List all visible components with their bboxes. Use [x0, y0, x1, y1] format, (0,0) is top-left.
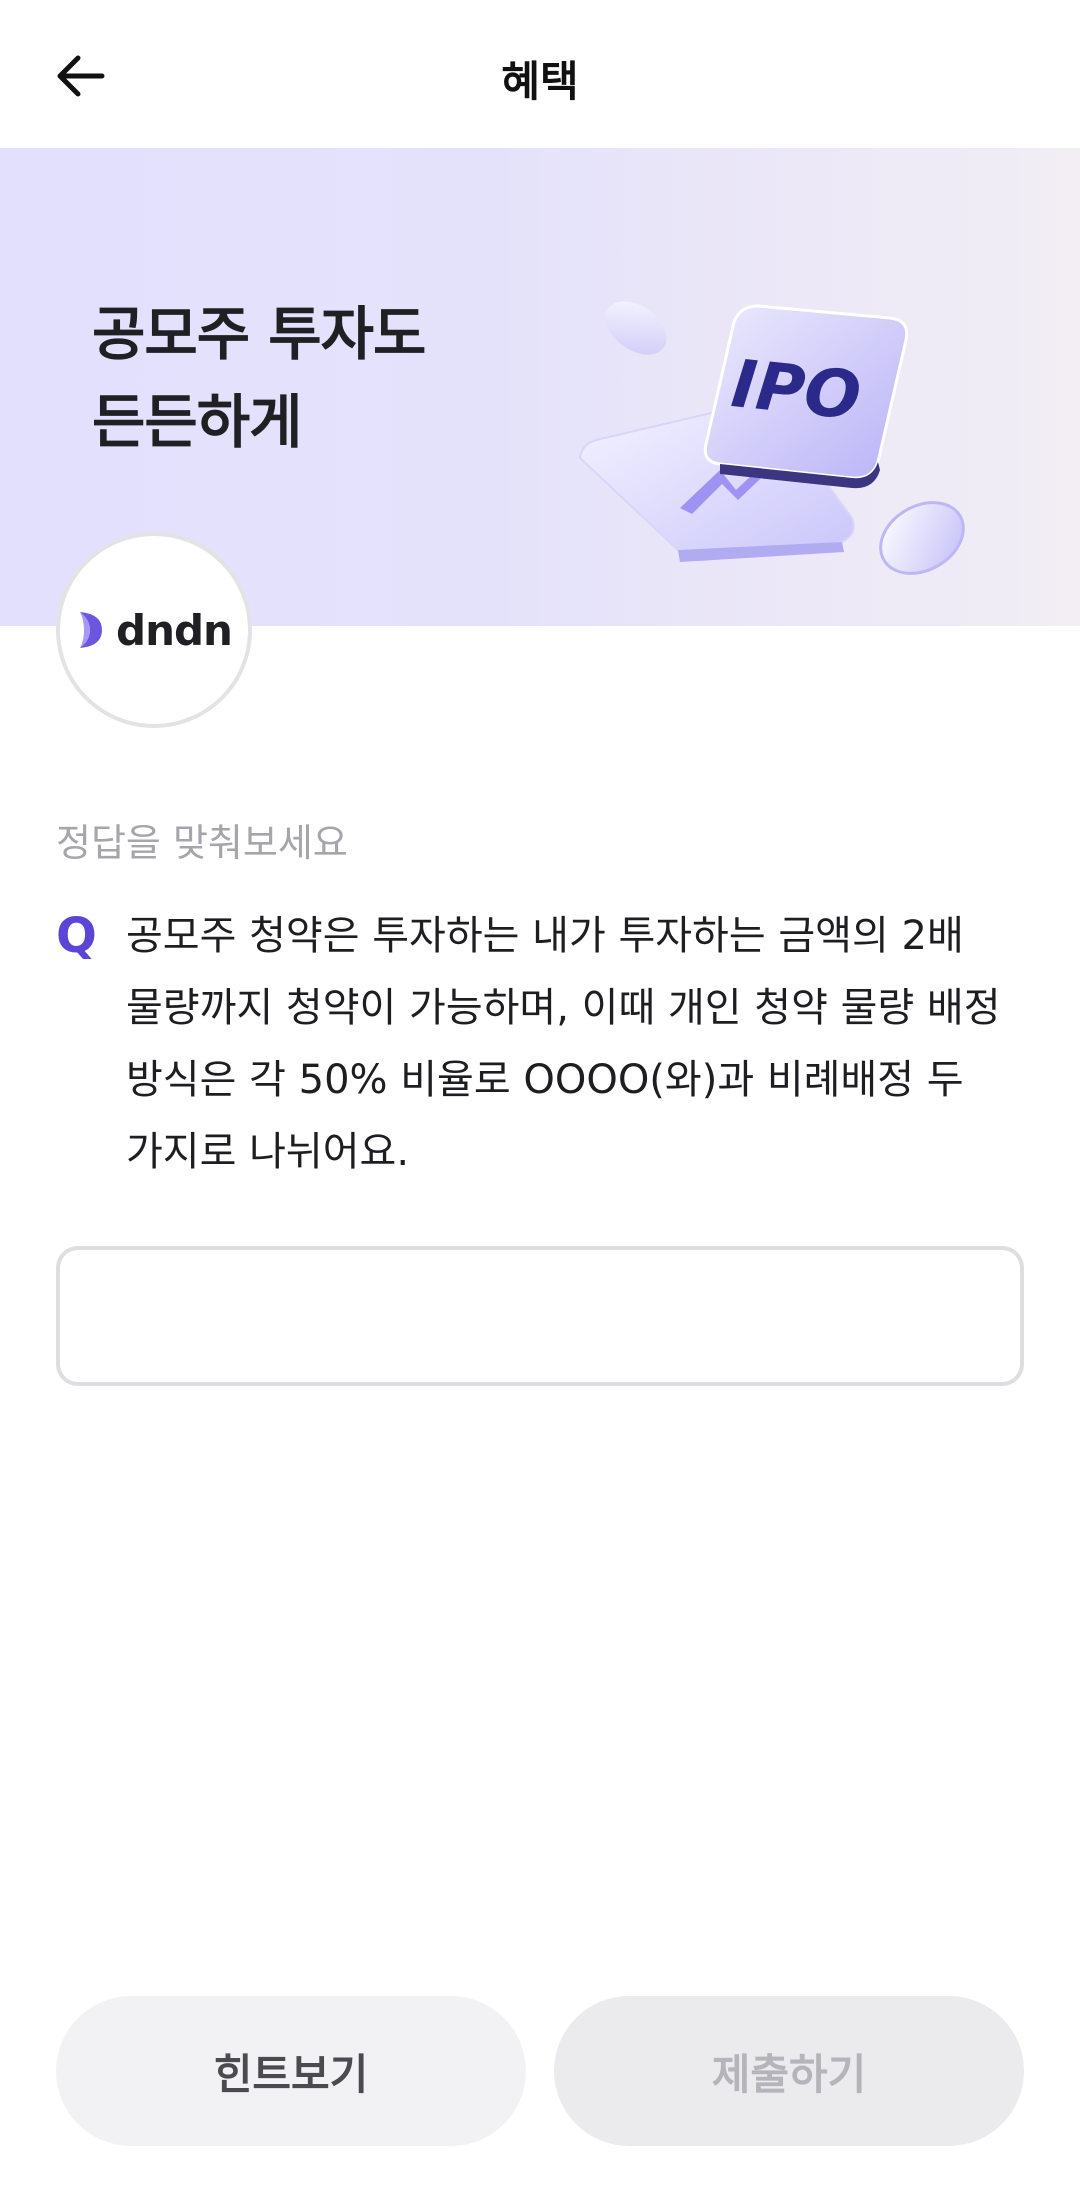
banner-title-line-1: 공모주 투자도 — [92, 300, 426, 368]
app-header: 혜택 — [0, 0, 1080, 148]
submit-button[interactable]: 제출하기 — [554, 1996, 1024, 2146]
banner-title-line-2: 든든하게 — [92, 388, 302, 456]
brand-logo: dndn — [56, 532, 252, 728]
question-text: 공모주 청약은 투자하는 내가 투자하는 금액의 2배 물량까지 청약이 가능하… — [126, 913, 1001, 1175]
page-title: 혜택 — [501, 57, 579, 106]
coin-top — [605, 301, 667, 355]
answer-input[interactable] — [56, 1246, 1024, 1386]
ipo-label: IPO — [728, 345, 864, 435]
quiz-instruction: 정답을 맞춰보세요 — [56, 821, 348, 865]
ipo-illustration: IPO — [578, 301, 965, 575]
crescent-logo-icon — [80, 612, 103, 648]
brand-logo-text: dndn — [116, 605, 233, 655]
quiz-question: Q 공모주 청약은 투자하는 내가 투자하는 금액의 2배 물량까지 청약이 가… — [56, 900, 1016, 1188]
question-mark-label: Q — [56, 908, 97, 964]
banner-title: 공모주 투자도 든든하게 — [92, 290, 426, 466]
brand-logo-inner: dndn — [76, 605, 233, 655]
hint-button[interactable]: 힌트보기 — [56, 1996, 526, 2146]
coin-right — [879, 501, 965, 575]
